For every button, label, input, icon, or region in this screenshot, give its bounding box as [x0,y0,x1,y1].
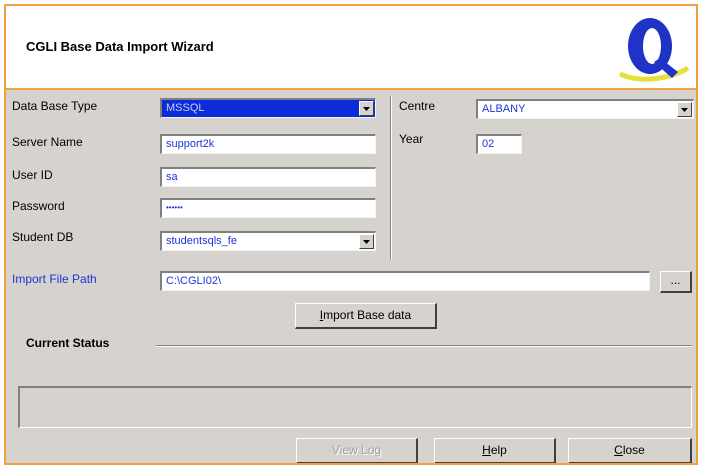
db-type-value: MSSQL [166,102,205,114]
password-input[interactable]: •••••• [160,198,376,218]
student-db-dropdown-button[interactable] [359,234,374,249]
view-log-button[interactable]: View Log [296,438,418,463]
year-label: Year [399,132,424,146]
import-base-data-button[interactable]: Import Base data [295,303,437,329]
help-button[interactable]: Help [434,438,556,463]
status-output-box [18,386,692,428]
centre-dropdown-button[interactable] [677,102,692,117]
student-db-value: studentsqls_fe [166,235,237,247]
centre-select[interactable]: ALBANY [476,99,694,119]
wizard-window: CGLI Base Data Import Wizard Data Base T… [4,4,698,465]
import-file-path-input[interactable]: C:\CGLI02\ [160,271,650,291]
db-type-label: Data Base Type [12,99,98,113]
db-type-select[interactable]: MSSQL [160,98,376,118]
help-mnemonic: H [482,443,491,457]
db-type-dropdown-button[interactable] [359,101,374,116]
student-db-label: Student DB [12,230,74,244]
student-db-select[interactable]: studentsqls_fe [160,231,376,251]
close-mnemonic: C [614,443,623,457]
window-title: CGLI Base Data Import Wizard [26,39,214,54]
chevron-down-icon [363,107,370,111]
browse-button[interactable]: ... [660,271,692,293]
centre-value: ALBANY [482,103,526,115]
q-logo-icon [618,18,690,82]
chevron-down-icon [363,240,370,244]
help-button-label: elp [490,443,507,457]
status-divider [156,345,692,347]
wizard-header: CGLI Base Data Import Wizard [6,6,696,90]
import-button-label: mport Base data [323,308,412,322]
chevron-down-icon [681,108,688,112]
close-button[interactable]: Close [568,438,692,463]
form-divider [390,96,392,259]
close-button-label: lose [622,443,645,457]
centre-label: Centre [399,99,436,113]
user-id-input[interactable]: sa [160,167,376,187]
user-id-label: User ID [12,168,53,182]
server-name-label: Server Name [12,135,83,149]
password-label: Password [12,199,65,213]
server-name-input[interactable]: support2k [160,134,376,154]
import-file-path-label: Import File Path [12,272,97,286]
current-status-title: Current Status [26,336,110,350]
year-input[interactable]: 02 [476,134,522,154]
